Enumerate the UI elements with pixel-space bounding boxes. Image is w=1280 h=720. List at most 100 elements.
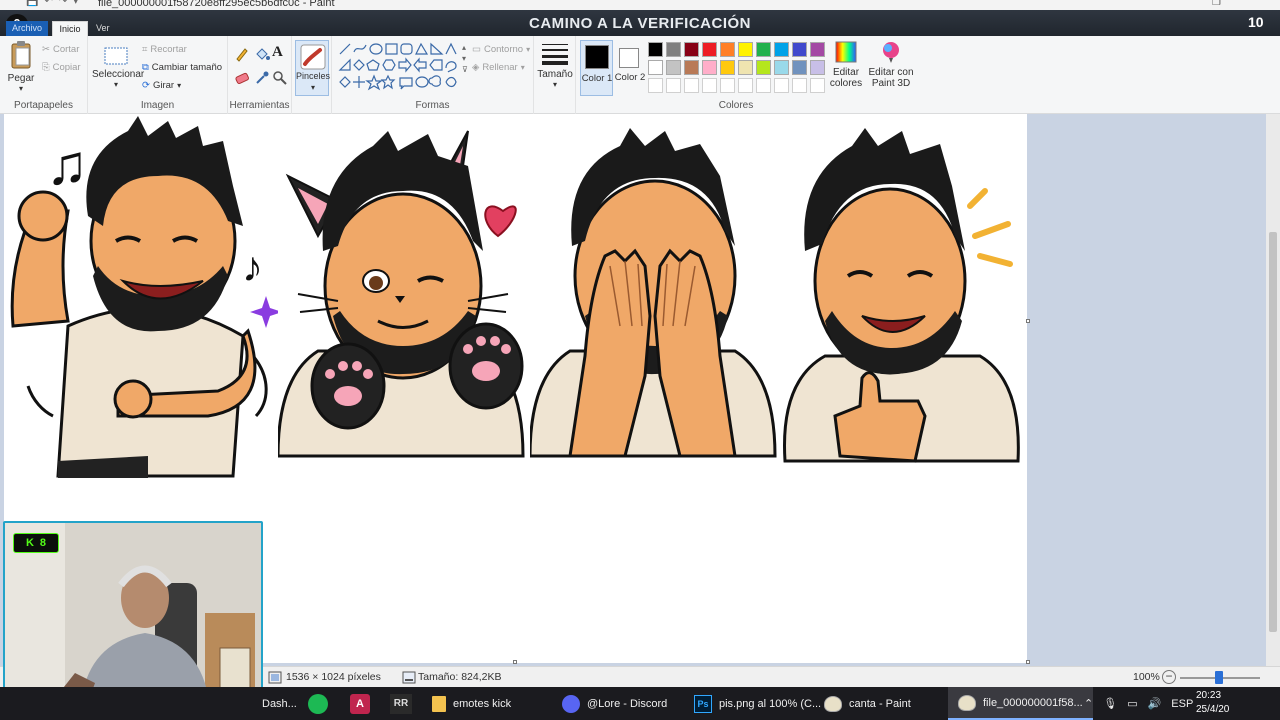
- color-swatch[interactable]: [684, 42, 699, 57]
- tab-file[interactable]: Archivo: [6, 21, 48, 36]
- outline-button[interactable]: ▭ Contorno ▾: [472, 44, 530, 55]
- fill-dropdown-icon: ▾: [520, 63, 525, 72]
- size-button[interactable]: Tamaño ▾: [537, 42, 573, 89]
- resize-handle-bottom[interactable]: [513, 660, 517, 664]
- copy-button[interactable]: ⎘ Copiar: [42, 62, 81, 73]
- brushes-button[interactable]: Pinceles ▾: [295, 40, 330, 96]
- color-swatch[interactable]: [738, 78, 753, 93]
- color-swatch[interactable]: [684, 60, 699, 75]
- chevron-up-icon[interactable]: ⌃: [1084, 697, 1093, 710]
- vertical-scrollbar[interactable]: [1266, 114, 1280, 666]
- color-swatch[interactable]: [792, 60, 807, 75]
- color-swatch[interactable]: [756, 42, 771, 57]
- color-swatch[interactable]: [810, 42, 825, 57]
- rotate-dropdown-icon[interactable]: ▾: [177, 81, 181, 90]
- discord-icon: [562, 694, 580, 713]
- fill-button[interactable]: ◈ Rellenar ▾: [472, 62, 525, 73]
- zoom-slider-knob[interactable]: [1215, 671, 1223, 684]
- restore-button[interactable]: ❐: [1212, 0, 1221, 8]
- resize-handle-corner[interactable]: [1026, 660, 1030, 664]
- color-swatch[interactable]: [756, 78, 771, 93]
- color-swatch[interactable]: [648, 60, 663, 75]
- outline-icon: ▭: [472, 44, 481, 55]
- color1-label: Color 1: [581, 73, 613, 84]
- color-swatch[interactable]: [666, 42, 681, 57]
- clock-time: 20:23: [1196, 690, 1222, 701]
- resize-handle-right[interactable]: [1026, 319, 1030, 323]
- clock[interactable]: 20:23 25/4/20: [1196, 689, 1229, 717]
- fill-bucket-icon[interactable]: [254, 46, 270, 62]
- rotate-button[interactable]: ⟳ Girar ▾: [142, 80, 181, 91]
- paint3d-button[interactable]: Editar con Paint 3D: [868, 40, 914, 89]
- redo-icon[interactable]: ↷: [59, 0, 67, 7]
- scrollbar-thumb[interactable]: [1269, 232, 1277, 632]
- color1-button[interactable]: Color 1: [580, 40, 613, 96]
- color2-button[interactable]: Color 2: [614, 40, 646, 96]
- color-swatch[interactable]: [648, 42, 663, 57]
- select-dropdown-icon[interactable]: ▾: [92, 80, 140, 89]
- color-swatch[interactable]: [810, 60, 825, 75]
- magnifier-icon[interactable]: [272, 70, 288, 86]
- volume-icon[interactable]: 🔊: [1148, 697, 1162, 710]
- brushes-dropdown-icon[interactable]: ▾: [296, 83, 330, 92]
- taskbar-item-spotify[interactable]: [308, 687, 328, 720]
- color-swatch[interactable]: [702, 60, 717, 75]
- color-swatch[interactable]: [648, 78, 663, 93]
- color-swatch[interactable]: [756, 60, 771, 75]
- music-note-icon: ♪: [242, 243, 263, 290]
- taskbar-label: @Lore - Discord: [587, 697, 668, 710]
- save-icon[interactable]: 💾: [26, 0, 38, 7]
- color-picker-icon[interactable]: [254, 70, 270, 86]
- colors-group-label: Colores: [718, 100, 754, 111]
- tab-home[interactable]: Inicio: [52, 21, 88, 36]
- shapes-gallery[interactable]: [338, 42, 460, 92]
- edit-colors-button[interactable]: Editar colores: [826, 40, 866, 89]
- outline-label: Contorno: [483, 44, 524, 55]
- color-swatch[interactable]: [702, 42, 717, 57]
- pencil-icon[interactable]: [234, 46, 250, 62]
- color-swatch[interactable]: [792, 42, 807, 57]
- taskbar-item-folder[interactable]: emotes kick: [432, 687, 511, 720]
- crop-button[interactable]: ⌗ Recortar: [142, 44, 187, 55]
- language-indicator[interactable]: ESP: [1171, 698, 1193, 710]
- color-swatch[interactable]: [666, 60, 681, 75]
- shapes-scroll[interactable]: ▴ ▾ ⊽: [462, 42, 468, 75]
- select-button[interactable]: Seleccionar ▾: [92, 46, 144, 89]
- taskbar-item-paint-canta[interactable]: canta - Paint: [824, 687, 911, 720]
- clipboard-group-label: Portapapeles: [14, 100, 73, 111]
- color-swatch[interactable]: [666, 78, 681, 93]
- title-bar: 💾 ↶ ↷ ▾ file_000000001f58720e8ff295ec5b6…: [0, 0, 1280, 10]
- eraser-icon[interactable]: [234, 70, 250, 86]
- color-swatch[interactable]: [774, 60, 789, 75]
- color-swatch[interactable]: [810, 78, 825, 93]
- tab-view[interactable]: Ver: [96, 21, 110, 36]
- color-swatch[interactable]: [738, 42, 753, 57]
- text-tool-icon[interactable]: A: [272, 44, 283, 61]
- color-swatch[interactable]: [684, 78, 699, 93]
- kick-badge: K8: [13, 533, 59, 553]
- network-icon[interactable]: ▭: [1127, 697, 1137, 710]
- customize-toolbar-icon[interactable]: ▾: [73, 0, 78, 7]
- undo-icon[interactable]: ↶: [44, 0, 52, 7]
- color-swatch[interactable]: [792, 78, 807, 93]
- taskbar-item-paint-file[interactable]: file_000000001f58...: [948, 687, 1093, 720]
- taskbar-item-photoshop[interactable]: Ps pis.png al 100% (C...: [694, 687, 821, 720]
- color-swatch[interactable]: [720, 78, 735, 93]
- taskbar-item-affinity[interactable]: A: [350, 687, 370, 720]
- paste-dropdown-icon[interactable]: ▾: [6, 84, 36, 93]
- color-swatch[interactable]: [738, 60, 753, 75]
- size-dropdown-icon[interactable]: ▾: [537, 80, 573, 89]
- paste-button[interactable]: Pegar ▾: [6, 40, 36, 93]
- taskbar-item-dashboard[interactable]: Dash...: [262, 687, 297, 720]
- taskbar-item-discord[interactable]: @Lore - Discord: [562, 687, 667, 720]
- taskbar-item-rr[interactable]: RR: [390, 687, 412, 720]
- color-swatch[interactable]: [702, 78, 717, 93]
- color-swatch[interactable]: [720, 60, 735, 75]
- resize-button[interactable]: ⧉ Cambiar tamaño: [142, 62, 222, 73]
- zoom-out-button[interactable]: −: [1162, 670, 1176, 684]
- color-swatch[interactable]: [774, 78, 789, 93]
- cut-button[interactable]: ✂ Cortar: [42, 44, 79, 55]
- microphone-icon[interactable]: 🎙: [1103, 697, 1117, 710]
- color-swatch[interactable]: [720, 42, 735, 57]
- color-swatch[interactable]: [774, 42, 789, 57]
